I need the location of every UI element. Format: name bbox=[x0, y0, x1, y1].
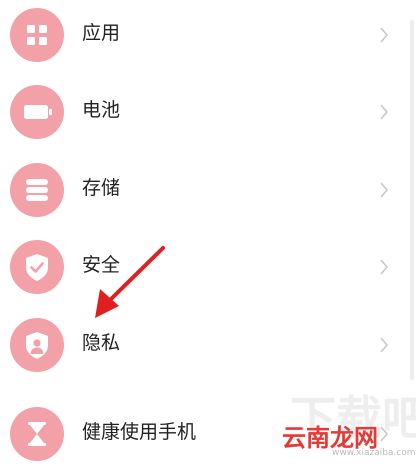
settings-item-label: 安全 bbox=[82, 254, 121, 276]
settings-item-label: 隐私 bbox=[82, 332, 121, 354]
settings-item-privacy[interactable]: 隐私 bbox=[0, 310, 410, 380]
settings-screen: 应用 电池 存储 安全 隐私 健康使用手机 下载吧 云南龙网 www.xiaza… bbox=[0, 0, 416, 464]
storage-icon bbox=[10, 163, 64, 217]
battery-icon bbox=[10, 85, 64, 139]
chevron-right-icon bbox=[380, 337, 389, 353]
settings-item-label: 存储 bbox=[82, 177, 121, 199]
settings-item-storage[interactable]: 存储 bbox=[0, 155, 410, 225]
watermark-url: www.xiazaiba.com bbox=[332, 448, 416, 458]
apps-grid-icon bbox=[10, 8, 64, 62]
settings-item-label: 应用 bbox=[82, 22, 121, 44]
settings-item-security[interactable]: 安全 bbox=[0, 232, 410, 302]
shield-check-icon bbox=[10, 240, 64, 294]
privacy-shield-icon bbox=[10, 318, 64, 372]
chevron-right-icon bbox=[380, 182, 389, 198]
chevron-right-icon bbox=[380, 259, 389, 275]
settings-item-apps[interactable]: 应用 bbox=[0, 0, 410, 70]
chevron-right-icon bbox=[380, 104, 389, 120]
scrollbar[interactable] bbox=[410, 20, 414, 380]
hourglass-icon bbox=[10, 407, 64, 461]
settings-item-battery[interactable]: 电池 bbox=[0, 77, 410, 147]
settings-item-label: 健康使用手机 bbox=[82, 421, 197, 443]
chevron-right-icon bbox=[380, 27, 389, 43]
settings-item-label: 电池 bbox=[82, 99, 121, 121]
